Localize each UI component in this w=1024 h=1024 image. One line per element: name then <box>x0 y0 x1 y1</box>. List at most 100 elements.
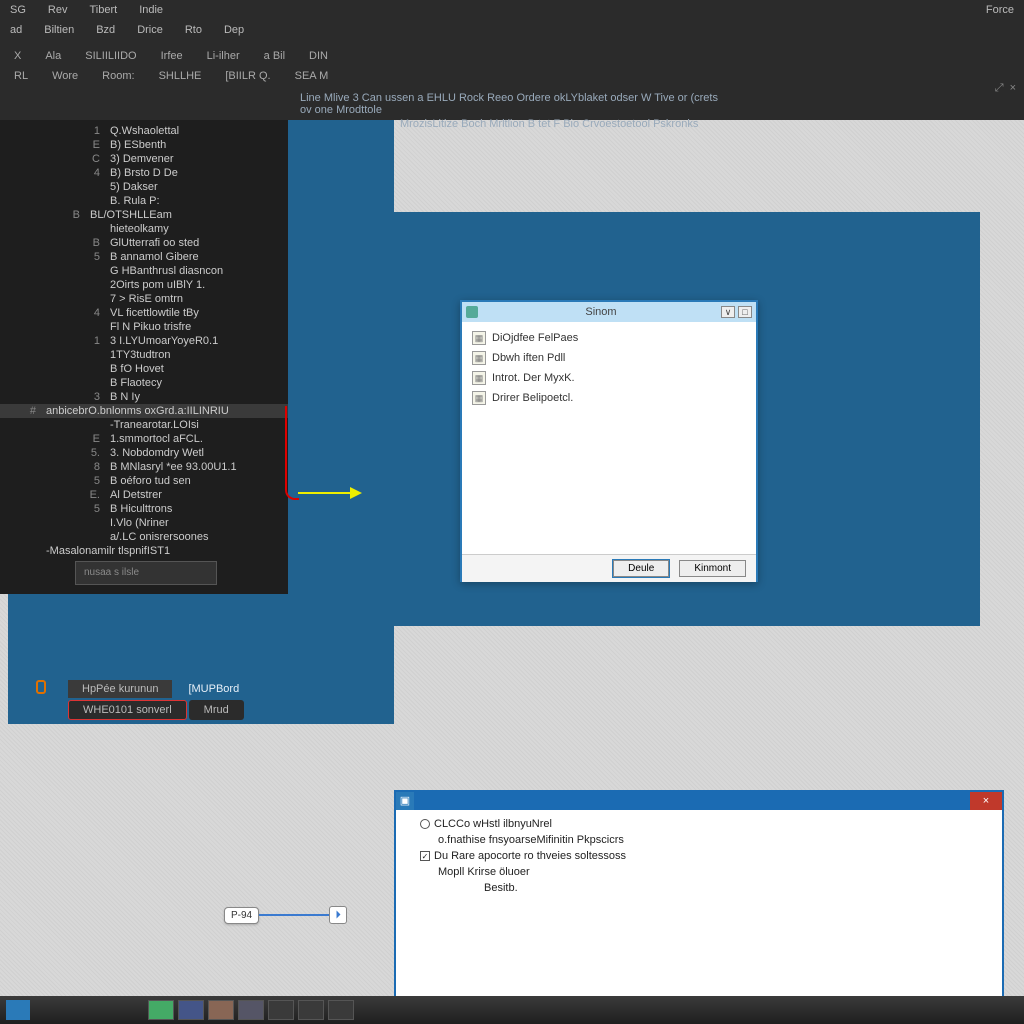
tree-item[interactable]: G HBanthrusl diasncon <box>0 264 288 278</box>
tool-item[interactable]: SEA M <box>295 70 329 82</box>
tree-item[interactable]: C3) Demvener <box>0 152 288 166</box>
tree-item[interactable]: E1.smmortocl aFCL. <box>0 432 288 446</box>
tool-item[interactable]: [BIILR Q. <box>225 70 270 82</box>
radio-icon[interactable] <box>420 819 430 829</box>
menu-item[interactable]: Drice <box>137 24 163 36</box>
tree-item[interactable]: 5B oéforo tud sen <box>0 474 288 488</box>
tree-item[interactable]: I.Vlo (Nriner <box>0 516 288 530</box>
dialog-titlebar[interactable]: Sinom ∨ □ <box>462 302 756 322</box>
checkbox-icon[interactable]: ✓ <box>420 851 430 861</box>
tool-item[interactable]: DIN <box>309 50 328 62</box>
tree-item[interactable]: 1TY3tudtron <box>0 348 288 362</box>
expand-icon[interactable]: ⤢ <box>995 82 1004 95</box>
console-titlebar[interactable]: ▣ × <box>396 792 1002 810</box>
menu-item[interactable]: Tibert <box>89 4 117 16</box>
menu-item[interactable]: SG <box>10 4 26 16</box>
taskbar-app[interactable] <box>238 1000 264 1020</box>
taskbar-app[interactable] <box>298 1000 324 1020</box>
list-item[interactable]: ▦Introt. Der MyxK. <box>472 368 746 388</box>
tree-item[interactable]: 8B MNlasryl *ee 93.00U1.1 <box>0 460 288 474</box>
tree-item[interactable]: B fO Hovet <box>0 362 288 376</box>
tree-item-label: Al Detstrer <box>110 489 162 501</box>
menu-item[interactable]: Rev <box>48 4 68 16</box>
tab[interactable]: HpPée kurunun <box>68 680 172 698</box>
tree-item[interactable]: hieteolkamy <box>0 222 288 236</box>
tree-item-label: VL ficettlowtile tBy <box>110 307 199 319</box>
menu-item[interactable]: Rto <box>185 24 202 36</box>
tree-item[interactable]: E.Al Detstrer <box>0 488 288 502</box>
graph-node[interactable]: P-94 ⏵ <box>224 906 347 924</box>
tree-item-label: B oéforo tud sen <box>110 475 191 487</box>
tab-highlighted[interactable]: WHE0101 sonverl <box>68 700 187 720</box>
menu-item[interactable]: Indie <box>139 4 163 16</box>
tree-item[interactable]: -Tranearotar.LOIsi <box>0 418 288 432</box>
tree-item[interactable]: 5B annamol Gibere <box>0 250 288 264</box>
tree-item-label: 3) Demvener <box>110 153 174 165</box>
tree-item[interactable]: B Flaotecy <box>0 376 288 390</box>
cancel-button[interactable]: Kinmont <box>679 560 746 577</box>
line-gutter: B <box>72 236 100 250</box>
tool-item[interactable]: Ala <box>45 50 61 62</box>
dialog-window: Sinom ∨ □ ▦DiOjdfee FelPaes ▦Dbwh iften … <box>460 300 758 582</box>
start-button[interactable] <box>6 1000 30 1020</box>
taskbar-app[interactable] <box>328 1000 354 1020</box>
ok-button[interactable]: Deule <box>613 560 669 577</box>
tree-item[interactable]: B. Rula P: <box>0 194 288 208</box>
tree-item[interactable]: 5) Dakser <box>0 180 288 194</box>
tree-item[interactable]: 5B Hiculttrons <box>0 502 288 516</box>
tool-item[interactable]: Irfee <box>161 50 183 62</box>
maximize-icon[interactable]: □ <box>738 306 752 318</box>
tree-item[interactable]: -Masalonamilr tlspnifIST1 <box>0 544 288 558</box>
list-item[interactable]: ▦DiOjdfee FelPaes <box>472 328 746 348</box>
tree-item[interactable]: Fl N Pikuo trisfre <box>0 320 288 334</box>
toolbar-row-1: X Ala SILIILIIDO Irfee Li-ilher a Bil DI… <box>0 46 1024 66</box>
file-icon: ▦ <box>472 331 486 345</box>
canvas-area <box>288 120 394 212</box>
tree-item[interactable]: 13 I.LYUmoarYoyeR0.1 <box>0 334 288 348</box>
bottom-tabs: HpPée kurunun [MUPBord <box>68 680 255 698</box>
tab[interactable]: Mrud <box>189 700 244 720</box>
console-line: o.fnathise fnsyoarseMifinitin Pkpscicrs <box>420 832 978 848</box>
tree-item-label: a/.LC onisrersoones <box>110 531 208 543</box>
tree-item[interactable]: 2Oirts pom uIBlY 1. <box>0 278 288 292</box>
close-icon[interactable]: × <box>1010 82 1016 95</box>
dialog-footer: Deule Kinmont <box>462 554 756 582</box>
tree-item[interactable]: 3B N Iy <box>0 390 288 404</box>
close-icon[interactable]: × <box>970 792 1002 810</box>
tree-item[interactable]: BGlUtterrafi oo sted <box>0 236 288 250</box>
outline-tree[interactable]: C-IllDrd WolDeLte:ABRBMaltan MrkedLine1Q… <box>0 92 288 594</box>
tab-active[interactable]: [MUPBord <box>174 680 253 698</box>
tool-item[interactable]: RL <box>14 70 28 82</box>
list-item[interactable]: ▦Drirer Belipoetcl. <box>472 388 746 408</box>
tree-item[interactable]: 5.3. Nobdomdry Wetl <box>0 446 288 460</box>
tree-item[interactable]: 4B) Brsto D De <box>0 166 288 180</box>
menu-item[interactable]: Biltien <box>44 24 74 36</box>
list-item[interactable]: ▦Dbwh iften Pdll <box>472 348 746 368</box>
menu-item[interactable]: ad <box>10 24 22 36</box>
menu-item[interactable]: Dep <box>224 24 244 36</box>
tool-item[interactable]: Wore <box>52 70 78 82</box>
tree-item[interactable]: BBL/OTSHLLEam <box>0 208 288 222</box>
tool-item[interactable]: SHLLHE <box>159 70 202 82</box>
line-gutter: 8 <box>72 460 100 474</box>
node-port-icon[interactable]: ⏵ <box>329 906 347 924</box>
tree-item[interactable]: 7 > RisE omtrn <box>0 292 288 306</box>
tool-item[interactable]: X <box>14 50 21 62</box>
taskbar-app[interactable] <box>148 1000 174 1020</box>
tree-item[interactable]: #anbicebrO.bnlonms oxGrd.a:IILINRIU <box>0 404 288 418</box>
tool-item[interactable]: a Bil <box>264 50 285 62</box>
tool-item[interactable]: Room: <box>102 70 134 82</box>
menu-item[interactable]: Bzd <box>96 24 115 36</box>
taskbar-app[interactable] <box>268 1000 294 1020</box>
tool-item[interactable]: SILIILIIDO <box>85 50 136 62</box>
tree-item[interactable]: 4VL ficettlowtile tBy <box>0 306 288 320</box>
taskbar-app[interactable] <box>178 1000 204 1020</box>
tree-item[interactable]: EB) ESbenth <box>0 138 288 152</box>
node-label: P-94 <box>224 907 259 924</box>
tree-item[interactable]: a/.LC onisrersoones <box>0 530 288 544</box>
menu-item-right[interactable]: Force <box>986 4 1014 16</box>
tree-item-label: 1.smmortocl aFCL. <box>110 433 203 445</box>
tool-item[interactable]: Li-ilher <box>207 50 240 62</box>
taskbar-app[interactable] <box>208 1000 234 1020</box>
minimize-icon[interactable]: ∨ <box>721 306 735 318</box>
